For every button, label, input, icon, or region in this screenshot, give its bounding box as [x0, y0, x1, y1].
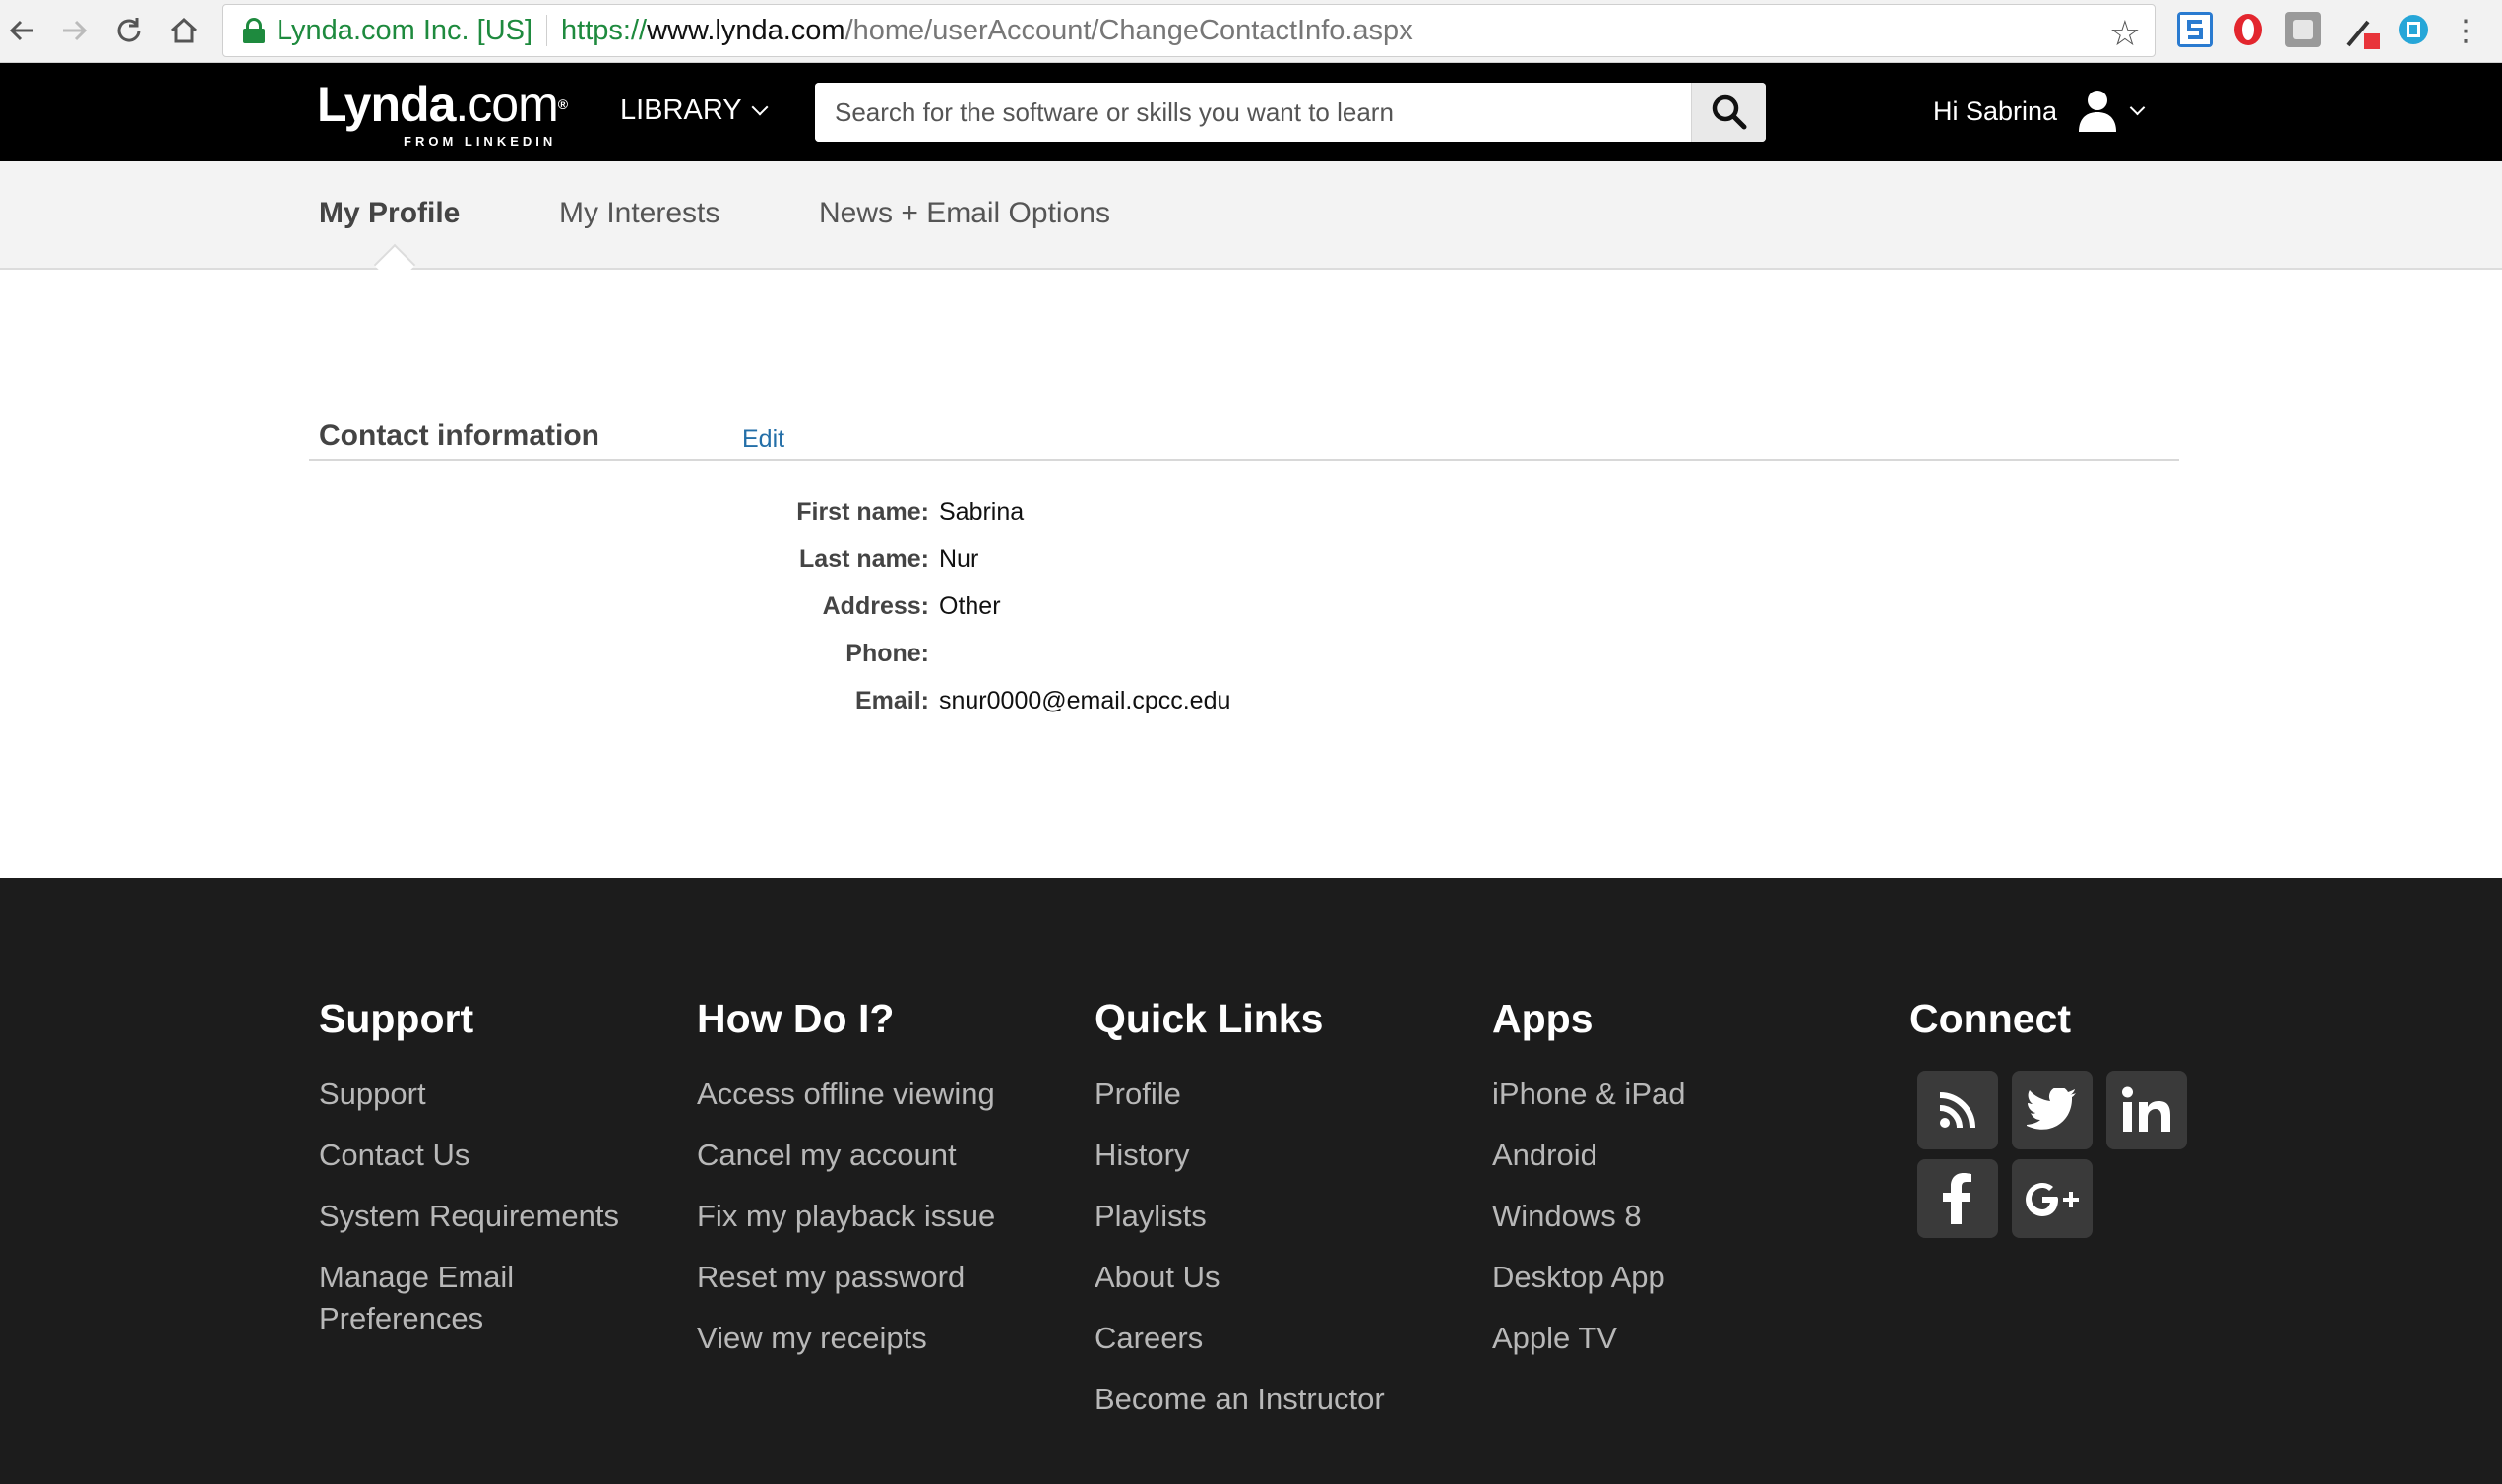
tab-my-interests[interactable]: My Interests — [559, 197, 719, 230]
footer-link-fix-playback[interactable]: Fix my playback issue — [697, 1196, 995, 1237]
bookmark-star-icon[interactable]: ☆ — [2109, 13, 2141, 54]
footer-link-become-instructor[interactable]: Become an Instructor — [1095, 1379, 1385, 1420]
user-avatar-icon — [2079, 91, 2116, 132]
footer-link-system-requirements[interactable]: System Requirements — [319, 1196, 619, 1237]
footer-link-windows-8[interactable]: Windows 8 — [1492, 1196, 1685, 1237]
search-input[interactable] — [815, 83, 1691, 142]
extension-opera-icon[interactable] — [2230, 12, 2266, 47]
field-value: snur0000@email.cpcc.edu — [939, 687, 1231, 714]
search-icon — [1712, 94, 1746, 130]
footer-column-connect: Connect — [1909, 996, 2071, 1074]
address-divider — [546, 15, 548, 46]
tab-news-email-options[interactable]: News + Email Options — [819, 197, 1110, 230]
footer-link-desktop-app[interactable]: Desktop App — [1492, 1257, 1685, 1298]
browser-toolbar: Lynda.com Inc. [US] https://www.lynda.co… — [0, 0, 2502, 63]
footer-link-reset-password[interactable]: Reset my password — [697, 1257, 995, 1298]
footer-link-about-us[interactable]: About Us — [1095, 1257, 1385, 1298]
back-arrow-icon[interactable] — [0, 8, 45, 53]
footer-column-how-do-i: How Do I? Access offline viewing Cancel … — [697, 996, 995, 1379]
footer-link-cancel-account[interactable]: Cancel my account — [697, 1135, 995, 1176]
footer-heading: Support — [319, 996, 474, 1041]
field-label: Address: — [822, 592, 929, 620]
footer-link-careers[interactable]: Careers — [1095, 1318, 1385, 1359]
field-label: Last name: — [799, 545, 929, 573]
url-text[interactable]: https://www.lynda.com/home/userAccount/C… — [561, 15, 1413, 47]
tab-my-profile[interactable]: My Profile — [319, 197, 460, 230]
footer-link-iphone-ipad[interactable]: iPhone & iPad — [1492, 1074, 1685, 1115]
forward-arrow-icon[interactable] — [51, 8, 96, 53]
contact-field-first-name: First name: Sabrina — [0, 498, 2502, 537]
section-title: Contact information — [319, 419, 599, 452]
footer-link-support[interactable]: Support — [319, 1074, 619, 1115]
footer-column-apps: Apps iPhone & iPad Android Windows 8 Des… — [1492, 996, 1685, 1379]
secure-site-label: Lynda.com Inc. [US] — [277, 14, 533, 46]
site-footer: Support Support Contact Us System Requir… — [0, 878, 2502, 1484]
footer-heading: Apps — [1492, 996, 1594, 1041]
user-menu[interactable] — [2077, 89, 2146, 134]
field-value: Other — [939, 592, 1001, 620]
active-tab-indicator — [373, 243, 416, 286]
section-divider — [309, 459, 2179, 461]
twitter-icon[interactable] — [2012, 1071, 2093, 1149]
search-box — [815, 83, 1766, 142]
chevron-down-icon — [2129, 99, 2146, 115]
contact-field-phone: Phone: — [0, 640, 2502, 679]
browser-menu-icon[interactable]: ⋮ — [2443, 8, 2488, 53]
linkedin-icon[interactable] — [2106, 1071, 2187, 1149]
chevron-down-icon — [751, 98, 769, 115]
home-icon[interactable] — [161, 8, 207, 53]
google-plus-icon[interactable] — [2012, 1159, 2093, 1238]
lynda-logo[interactable]: Lynda.com® FROM LINKEDIN — [317, 77, 568, 149]
library-menu[interactable]: LIBRARY — [620, 94, 769, 127]
extension-gray-icon[interactable] — [2285, 12, 2321, 47]
field-value: Sabrina — [939, 498, 1025, 526]
field-value: Nur — [939, 545, 979, 573]
footer-link-android[interactable]: Android — [1492, 1135, 1685, 1176]
field-label: Email: — [854, 687, 929, 714]
field-label: Phone: — [845, 640, 929, 667]
footer-heading: Quick Links — [1095, 996, 1324, 1041]
footer-link-manage-email-preferences[interactable]: Manage Email Preferences — [319, 1257, 619, 1339]
address-bar[interactable]: Lynda.com Inc. [US] https://www.lynda.co… — [222, 4, 2156, 57]
footer-link-playlists[interactable]: Playlists — [1095, 1196, 1385, 1237]
footer-column-support: Support Support Contact Us System Requir… — [319, 996, 619, 1339]
library-label: LIBRARY — [620, 94, 742, 126]
rss-icon[interactable] — [1917, 1071, 1998, 1149]
extension-eyedropper-icon[interactable] — [2343, 12, 2380, 49]
footer-link-history[interactable]: History — [1095, 1135, 1385, 1176]
edit-link[interactable]: Edit — [742, 425, 784, 454]
contact-field-last-name: Last name: Nur — [0, 545, 2502, 585]
extension-s-icon[interactable] — [2177, 12, 2213, 47]
footer-column-quick-links: Quick Links Profile History Playlists Ab… — [1095, 996, 1385, 1440]
footer-link-view-receipts[interactable]: View my receipts — [697, 1318, 995, 1359]
footer-link-contact-us[interactable]: Contact Us — [319, 1135, 619, 1176]
footer-link-offline-viewing[interactable]: Access offline viewing — [697, 1074, 995, 1115]
extension-blue-circle-icon[interactable] — [2396, 12, 2431, 47]
footer-link-profile[interactable]: Profile — [1095, 1074, 1385, 1115]
user-greeting: Hi Sabrina — [1933, 96, 2058, 126]
contact-field-email: Email: snur0000@email.cpcc.edu — [0, 687, 2502, 726]
logo-subtitle: FROM LINKEDIN — [404, 134, 557, 149]
profile-tabs: My Profile My Interests News + Email Opt… — [0, 161, 2502, 286]
site-header: Lynda.com® FROM LINKEDIN LIBRARY Hi Sabr… — [0, 63, 2502, 161]
footer-heading: Connect — [1909, 996, 2071, 1041]
lock-icon — [243, 18, 265, 43]
footer-heading: How Do I? — [697, 996, 895, 1041]
facebook-icon[interactable] — [1917, 1159, 1998, 1238]
contact-field-address: Address: Other — [0, 592, 2502, 632]
field-label: First name: — [796, 498, 929, 526]
footer-link-apple-tv[interactable]: Apple TV — [1492, 1318, 1685, 1359]
reload-icon[interactable] — [106, 8, 152, 53]
search-button[interactable] — [1691, 83, 1766, 142]
